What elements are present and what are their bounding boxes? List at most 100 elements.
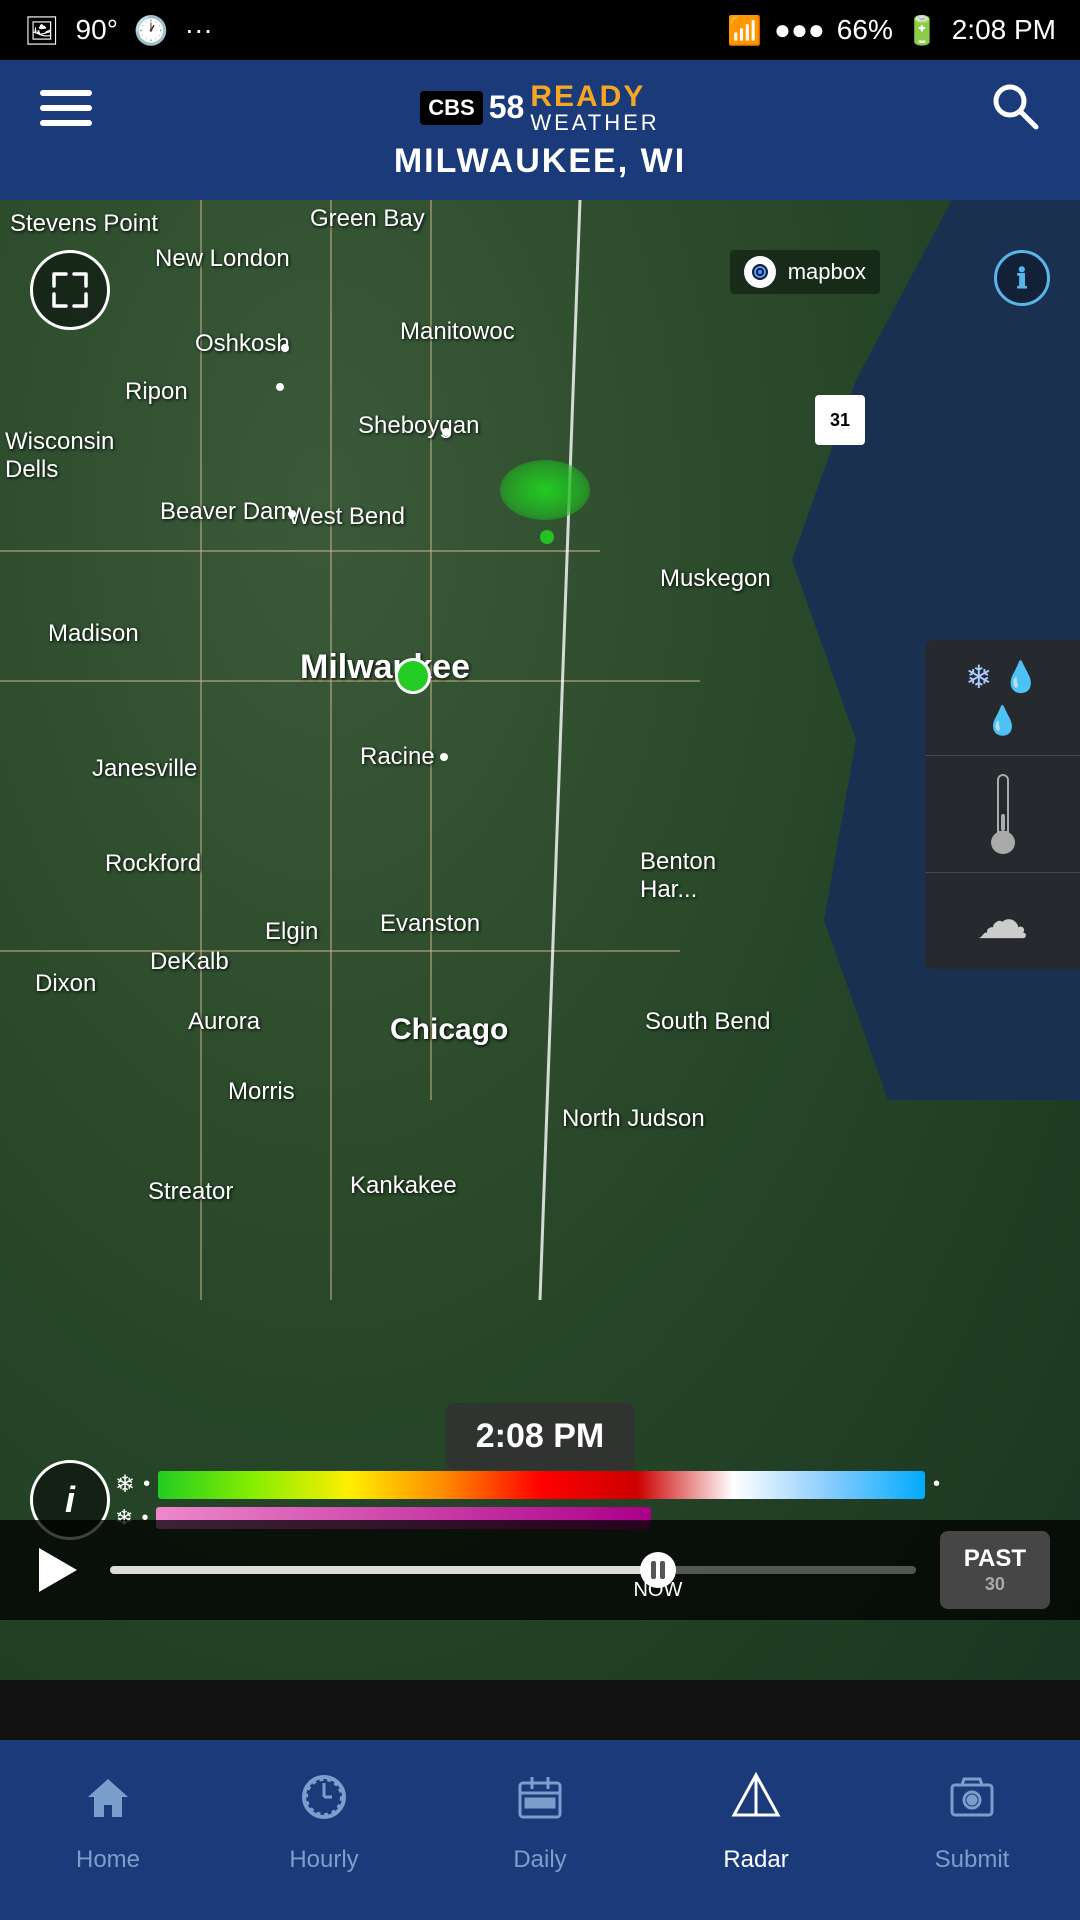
road-line <box>330 200 332 1300</box>
timeline-fill <box>110 1566 658 1574</box>
current-time-label: 2:08 PM <box>476 1417 605 1455</box>
playback-controls[interactable]: NOW PAST 30 <box>0 1520 1080 1620</box>
road-line <box>0 550 600 552</box>
city-dot <box>276 383 284 391</box>
hourly-icon <box>298 1771 350 1836</box>
nav-daily[interactable]: Daily <box>432 1740 648 1920</box>
legend-dot2: • <box>933 1473 940 1496</box>
home-label: Home <box>76 1846 140 1874</box>
status-bar: 🖼 90° 🕐 ··· 📶 ●●● 66% 🔋 2:08 PM <box>0 0 1080 60</box>
wifi-icon: 📶 <box>727 14 762 47</box>
road-line <box>200 200 202 1300</box>
city-label: Elgin <box>265 918 318 946</box>
past-button[interactable]: PAST 30 <box>940 1531 1050 1609</box>
search-button[interactable] <box>988 79 1040 136</box>
cbs-number: 58 <box>489 89 525 126</box>
city-label: Janesville <box>92 755 197 783</box>
mapbox-attribution: mapbox <box>730 250 880 294</box>
city-dot <box>288 510 296 518</box>
time-display-popup: 2:08 PM <box>446 1403 635 1470</box>
city-label: Rockford <box>105 850 201 878</box>
weather-layers-panel[interactable]: ❄ 💧 💧 ☁ <box>925 640 1080 969</box>
precipitation-layer[interactable]: ❄ 💧 💧 <box>925 640 1080 756</box>
city-dot <box>281 344 289 352</box>
mapbox-label: mapbox <box>788 259 866 285</box>
radar-icon <box>730 1771 782 1836</box>
raindrop-icons: 💧 <box>985 704 1020 737</box>
more-icon: ··· <box>185 14 213 46</box>
city-label: Madison <box>48 620 139 648</box>
city-label: Morris <box>228 1078 295 1106</box>
status-left: 🖼 90° 🕐 ··· <box>24 14 213 47</box>
radar-label: Radar <box>723 1846 788 1874</box>
city-label: Manitowoc <box>400 318 515 346</box>
location-marker <box>395 658 431 694</box>
screen-icon: 🖼 <box>24 14 60 47</box>
precip-dot <box>540 530 554 544</box>
city-label: Beaver Dam <box>160 498 293 526</box>
precip-icons: ❄ 💧 <box>965 658 1039 696</box>
nav-home[interactable]: Home <box>0 1740 216 1920</box>
logo-area: CBS 58 READY WEATHER <box>420 82 659 134</box>
header-row: CBS 58 READY WEATHER <box>0 79 1080 136</box>
hourly-label: Hourly <box>289 1846 358 1874</box>
mapbox-icon <box>744 256 776 288</box>
map-info-button[interactable]: ℹ <box>994 250 1050 306</box>
bottom-navigation: Home Hourly Daily <box>0 1740 1080 1920</box>
weather-label: WEATHER <box>530 112 659 134</box>
city-label: Ripon <box>125 378 188 406</box>
cbs-text: CBS <box>428 95 474 120</box>
temp-status: 90° <box>76 14 118 46</box>
ready-label: READY <box>530 82 659 112</box>
city-label: Sheboygan <box>358 412 479 440</box>
alarm-icon: 🕐 <box>134 14 169 47</box>
past-label: PAST <box>964 1545 1026 1574</box>
expand-map-button[interactable] <box>30 250 110 330</box>
city-label: Evanston <box>380 910 480 938</box>
snowflake-icon: ❄ <box>965 658 992 696</box>
logo-badge: CBS 58 READY WEATHER <box>420 82 659 134</box>
signal-icon: ●●● <box>774 14 825 46</box>
city-label: Racine <box>360 743 435 771</box>
city-display: MILWAUKEE, WI <box>394 142 686 181</box>
city-label: Chicago <box>390 1013 508 1047</box>
clock-display: 2:08 PM <box>952 14 1056 46</box>
submit-label: Submit <box>935 1846 1010 1874</box>
menu-button[interactable] <box>40 90 92 126</box>
city-label: WisconsinDells <box>5 428 114 484</box>
play-icon <box>39 1548 77 1592</box>
temperature-layer[interactable] <box>925 756 1080 873</box>
city-label: New London <box>155 245 290 273</box>
city-label: South Bend <box>645 1008 770 1036</box>
info-icon: ℹ <box>1017 262 1028 295</box>
route-sign: 31 <box>815 395 865 445</box>
city-dot <box>442 428 450 436</box>
now-label: NOW <box>633 1579 682 1602</box>
nav-radar[interactable]: Radar <box>648 1740 864 1920</box>
city-label: Muskegon <box>660 565 771 593</box>
city-label: DeKalb <box>150 948 229 976</box>
nav-hourly[interactable]: Hourly <box>216 1740 432 1920</box>
nav-submit[interactable]: Submit <box>864 1740 1080 1920</box>
battery-icon: 🔋 <box>905 14 940 47</box>
city-label: Kankakee <box>350 1172 457 1200</box>
cloud-layer[interactable]: ☁ <box>925 873 1080 969</box>
submit-icon <box>946 1771 998 1836</box>
city-label: Dixon <box>35 970 96 998</box>
status-right: 📶 ●●● 66% 🔋 2:08 PM <box>727 14 1056 47</box>
city-label: Oshkosh <box>195 330 290 358</box>
legend-dot-symbol: • <box>143 1473 150 1496</box>
city-label-milwaukee: Milwaukee <box>300 648 470 687</box>
city-label: Streator <box>148 1178 233 1206</box>
city-dot <box>440 753 448 761</box>
map-container[interactable]: Stevens Point Green Bay New London Manit… <box>0 200 1080 1740</box>
play-button[interactable] <box>30 1542 86 1598</box>
timeline-track[interactable]: NOW <box>110 1566 916 1574</box>
pause-line1 <box>651 1561 656 1579</box>
thermometer-icon <box>991 774 1015 854</box>
city-label: Stevens Point <box>10 210 158 238</box>
battery-level: 66% <box>837 14 893 46</box>
daily-icon <box>514 1771 566 1836</box>
city-label: Green Bay <box>310 205 425 233</box>
city-label: West Bend <box>288 503 405 531</box>
